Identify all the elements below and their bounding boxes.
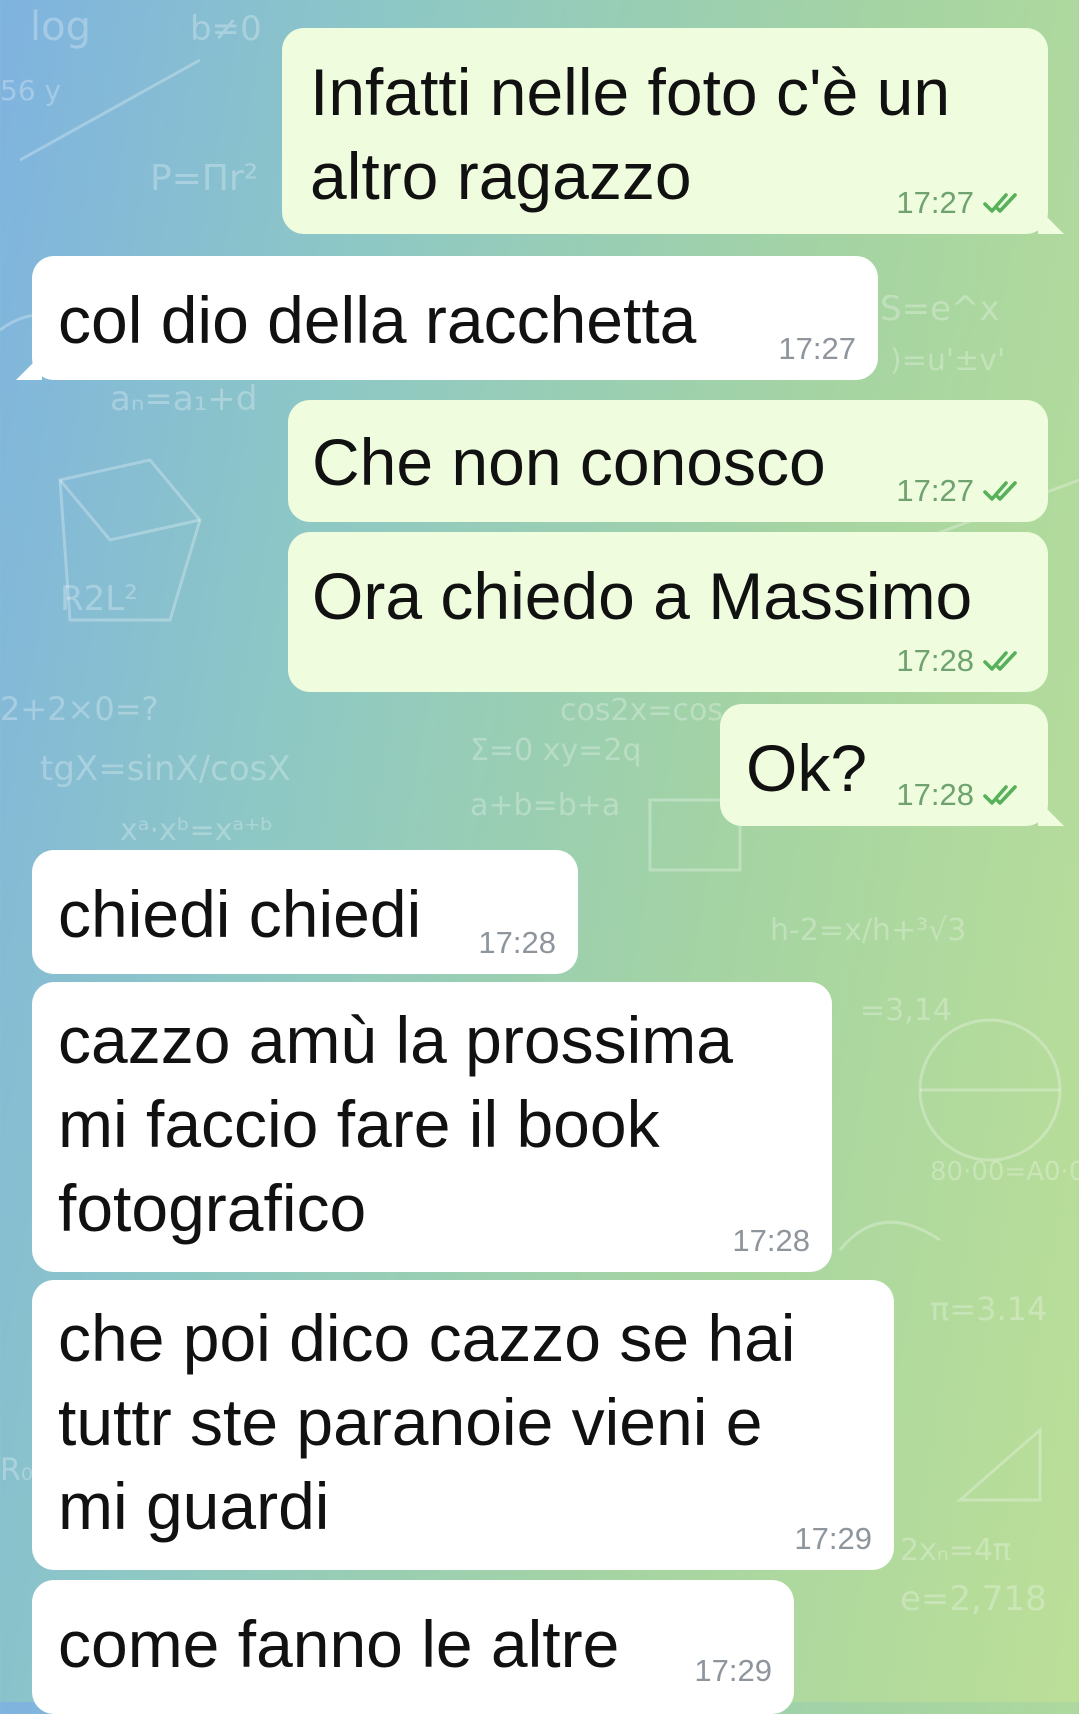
message-time: 17:28: [732, 1223, 810, 1258]
svg-text:R2L²: R2L²: [60, 579, 138, 619]
message-bubble-incoming[interactable]: come fanno le altre 17:29: [32, 1580, 794, 1714]
svg-text:80·00=A0·0: 80·00=A0·0: [930, 1157, 1079, 1187]
message-bubble-outgoing[interactable]: Ora chiedo a Massimo 17:28: [288, 532, 1048, 692]
svg-text:)=u'±v': )=u'±v': [890, 343, 1005, 378]
message-bubble-incoming[interactable]: cazzo amù la prossima mi faccio fare il …: [32, 982, 832, 1272]
svg-text:=3,14: =3,14: [860, 993, 952, 1028]
svg-text:aₙ=a₁+d: aₙ=a₁+d: [110, 379, 257, 419]
svg-text:P=Πr²: P=Πr²: [150, 158, 258, 199]
message-time: 17:28: [896, 777, 974, 812]
message-bubble-outgoing[interactable]: Ok? 17:28: [720, 704, 1064, 826]
svg-text:2+2×0=?: 2+2×0=?: [0, 690, 159, 728]
svg-text:tgX=sinX/cosX: tgX=sinX/cosX: [40, 749, 291, 789]
message-bubble-incoming[interactable]: chiedi chiedi 17:28: [32, 850, 578, 974]
message-text: che poi dico cazzo se hai tuttr ste para…: [58, 1301, 796, 1543]
svg-text:h-2=x/h+³√3: h-2=x/h+³√3: [770, 913, 966, 948]
message-meta: 17:27: [896, 186, 1026, 220]
svg-text:S=e^x: S=e^x: [880, 289, 1000, 329]
message-meta: 17:27: [778, 332, 856, 366]
message-time: 17:28: [478, 925, 556, 960]
message-text: chiedi chiedi: [58, 877, 422, 951]
svg-text:b≠0: b≠0: [190, 9, 262, 49]
message-time: 17:29: [794, 1521, 872, 1556]
svg-text:e=2,718: e=2,718: [900, 1579, 1047, 1619]
message-meta: 17:28: [478, 926, 556, 960]
svg-text:xᵃ·xᵇ=xᵃ⁺ᵇ: xᵃ·xᵇ=xᵃ⁺ᵇ: [120, 813, 273, 848]
message-meta: 17:29: [694, 1654, 772, 1688]
double-check-icon: [983, 785, 1017, 805]
message-text: Ora chiedo a Massimo: [312, 559, 973, 633]
svg-text:a+b=b+a: a+b=b+a: [470, 788, 620, 823]
svg-text:cos2x=cos: cos2x=cos: [560, 693, 723, 728]
svg-text:2xₙ=4π: 2xₙ=4π: [900, 1533, 1011, 1568]
message-time: 17:27: [896, 185, 974, 220]
message-bubble-incoming[interactable]: che poi dico cazzo se hai tuttr ste para…: [32, 1280, 894, 1570]
message-time: 17:29: [694, 1653, 772, 1688]
message-bubble-outgoing[interactable]: Che non conosco 17:27: [288, 400, 1048, 522]
svg-text:π=3.14: π=3.14: [930, 1290, 1047, 1328]
message-meta: 17:28: [732, 1224, 810, 1258]
double-check-icon: [983, 651, 1017, 671]
message-meta: 17:28: [896, 778, 1026, 812]
message-text: col dio della racchetta: [58, 283, 697, 357]
double-check-icon: [983, 481, 1017, 501]
message-meta: 17:29: [794, 1522, 872, 1556]
message-time: 17:27: [896, 473, 974, 508]
message-bubble-outgoing[interactable]: Infatti nelle foto c'è un altro ragazzo …: [282, 28, 1064, 234]
message-time: 17:28: [896, 643, 974, 678]
svg-text:log: log: [30, 4, 91, 50]
svg-text:Σ=0 xy=2q: Σ=0 xy=2q: [470, 733, 642, 768]
message-time: 17:27: [778, 331, 856, 366]
message-meta: 17:28: [896, 644, 1026, 678]
message-meta: 17:27: [896, 474, 1026, 508]
message-text: come fanno le altre: [58, 1607, 620, 1681]
double-check-icon: [983, 193, 1017, 213]
svg-text:56 y: 56 y: [0, 74, 61, 107]
svg-text:R₀: R₀: [0, 1453, 33, 1488]
message-text: cazzo amù la prossima mi faccio fare il …: [58, 1003, 733, 1245]
message-bubble-incoming[interactable]: col dio della racchetta 17:27: [16, 256, 878, 380]
